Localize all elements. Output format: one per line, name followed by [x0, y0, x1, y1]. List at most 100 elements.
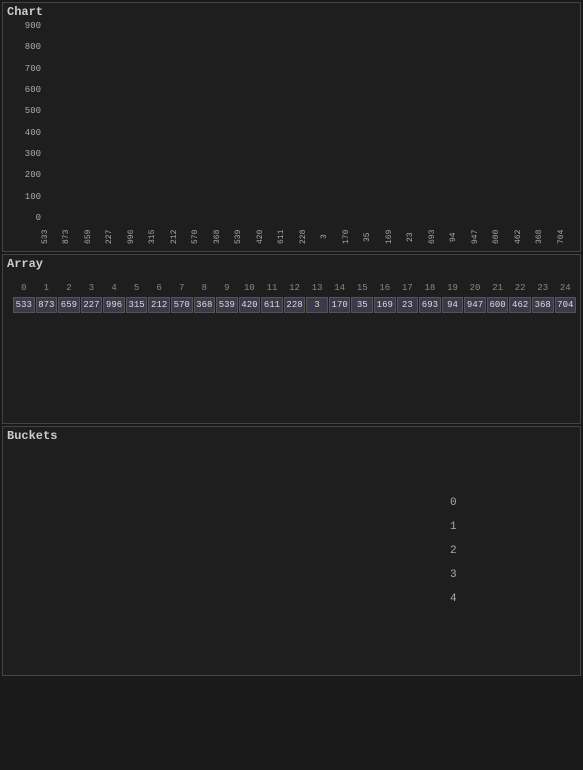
bucket-number: 4 [450, 593, 457, 605]
array-value-cell: 23 [397, 297, 419, 313]
bucket-number: 1 [450, 521, 457, 533]
x-axis-label: 228 [299, 225, 318, 249]
chart-label: Chart [7, 5, 43, 19]
y-axis-label: 300 [25, 149, 41, 159]
array-label: Array [7, 257, 43, 271]
array-index-cell: 14 [329, 283, 351, 293]
array-value-cell: 611 [261, 297, 283, 313]
array-index-cell: 3 [81, 283, 103, 293]
array-index-cell: 11 [261, 283, 283, 293]
x-labels: 5338736592279963152125703685394206112283… [41, 225, 576, 249]
array-index-cell: 13 [306, 283, 328, 293]
bucket-row: 2 [118, 545, 464, 557]
array-index-cell: 4 [103, 283, 125, 293]
x-axis-label: 570 [191, 225, 210, 249]
array-value-cell: 533 [13, 297, 35, 313]
y-axis-label: 900 [25, 21, 41, 31]
array-index-cell: 1 [36, 283, 58, 293]
y-axis: 9008007006005004003002001000 [13, 21, 43, 223]
array-index-cell: 17 [397, 283, 419, 293]
x-axis-label: 533 [41, 225, 60, 249]
array-index-cell: 24 [555, 283, 577, 293]
x-axis-label: 947 [471, 225, 490, 249]
array-value-cell: 212 [148, 297, 170, 313]
x-axis-label: 659 [84, 225, 103, 249]
buckets-section: Buckets 01234 [2, 426, 581, 676]
array-index-cell: 10 [239, 283, 261, 293]
x-axis-label: 873 [62, 225, 81, 249]
y-axis-label: 200 [25, 170, 41, 180]
buckets-label: Buckets [7, 429, 57, 443]
x-axis-label: 693 [428, 225, 447, 249]
y-axis-label: 600 [25, 85, 41, 95]
x-axis-label: 23 [406, 225, 425, 249]
array-index-cell: 7 [171, 283, 193, 293]
x-axis-label: 35 [363, 225, 382, 249]
chart-section: Chart 9008007006005004003002001000 53387… [2, 2, 581, 252]
array-value-cell: 570 [171, 297, 193, 313]
x-axis-label: 996 [127, 225, 146, 249]
x-axis-label: 212 [170, 225, 189, 249]
buckets-content: 01234 [3, 451, 580, 675]
array-value-cell: 704 [555, 297, 577, 313]
array-value-cell: 462 [509, 297, 531, 313]
array-index-cell: 19 [442, 283, 464, 293]
array-index-cell: 15 [351, 283, 373, 293]
array-value-cell: 315 [126, 297, 148, 313]
bucket-number: 2 [450, 545, 457, 557]
y-axis-label: 700 [25, 64, 41, 74]
array-index-cell: 20 [464, 283, 486, 293]
array-index-cell: 12 [284, 283, 306, 293]
x-axis-label: 315 [148, 225, 167, 249]
array-index-cell: 6 [148, 283, 170, 293]
x-axis-label: 170 [342, 225, 361, 249]
array-index-cell: 5 [126, 283, 148, 293]
array-value-cell: 35 [351, 297, 373, 313]
array-value-cell: 420 [239, 297, 261, 313]
array-index-cell: 2 [58, 283, 80, 293]
array-index-cell: 0 [13, 283, 35, 293]
array-value-cell: 996 [103, 297, 125, 313]
x-axis-label: 462 [514, 225, 533, 249]
array-value-cell: 368 [194, 297, 216, 313]
x-axis-label: 368 [213, 225, 232, 249]
array-value-cell: 947 [464, 297, 486, 313]
array-value-cell: 873 [36, 297, 58, 313]
x-axis-label: 94 [449, 225, 468, 249]
x-axis-label: 3 [320, 225, 339, 249]
y-axis-label: 500 [25, 106, 41, 116]
x-axis-label: 539 [234, 225, 253, 249]
array-index-cell: 23 [532, 283, 554, 293]
array-value-cell: 170 [329, 297, 351, 313]
x-axis-label: 169 [385, 225, 404, 249]
x-axis-label: 600 [492, 225, 511, 249]
array-value-cell: 659 [58, 297, 80, 313]
array-value-cell: 368 [532, 297, 554, 313]
bars-container [41, 21, 576, 223]
bucket-row: 0 [118, 497, 464, 509]
array-index-cell: 22 [509, 283, 531, 293]
y-axis-label: 800 [25, 42, 41, 52]
array-index-cell: 8 [194, 283, 216, 293]
bucket-number: 0 [450, 497, 457, 509]
array-value-cell: 539 [216, 297, 238, 313]
array-section: Array 0123456789101112131415161718192021… [2, 254, 581, 424]
array-values: 5338736592279963152125703685394206112283… [13, 297, 576, 313]
array-value-cell: 228 [284, 297, 306, 313]
array-index-cell: 16 [374, 283, 396, 293]
x-axis-label: 611 [277, 225, 296, 249]
bucket-row: 4 [118, 593, 464, 605]
array-indices: 0123456789101112131415161718192021222324 [13, 283, 576, 293]
array-value-cell: 693 [419, 297, 441, 313]
array-value-cell: 3 [306, 297, 328, 313]
array-index-cell: 9 [216, 283, 238, 293]
x-axis-label: 227 [105, 225, 124, 249]
y-axis-label: 400 [25, 128, 41, 138]
array-value-cell: 600 [487, 297, 509, 313]
array-index-cell: 18 [419, 283, 441, 293]
bucket-row: 1 [118, 521, 464, 533]
x-axis-label: 420 [256, 225, 275, 249]
array-value-cell: 227 [81, 297, 103, 313]
array-value-cell: 169 [374, 297, 396, 313]
y-axis-label: 100 [25, 192, 41, 202]
